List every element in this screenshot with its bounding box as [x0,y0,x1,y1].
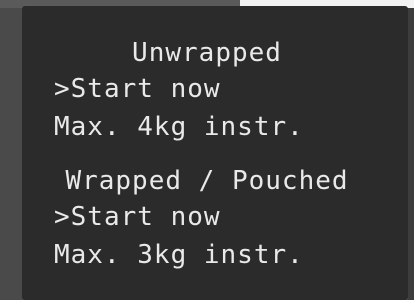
start-now-wrapped-option[interactable]: >Start now [54,202,221,232]
section-heading-unwrapped: Unwrapped [132,38,282,68]
max-load-wrapped-text: Max. 3kg instr. [54,240,304,270]
lcd-screen: Unwrapped >Start now Max. 4kg instr. Wra… [22,6,408,300]
start-now-unwrapped-option[interactable]: >Start now [54,74,221,104]
max-load-unwrapped-text: Max. 4kg instr. [54,112,304,142]
section-heading-wrapped-pouched: Wrapped / Pouched [65,166,349,196]
device-bezel-right [408,8,414,300]
device-bezel-left [0,8,22,300]
